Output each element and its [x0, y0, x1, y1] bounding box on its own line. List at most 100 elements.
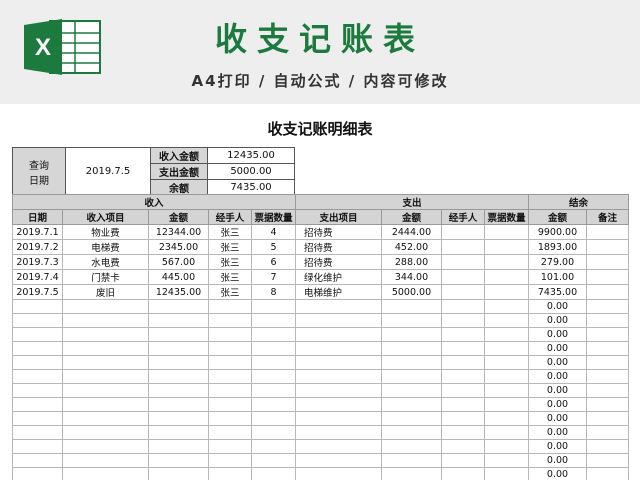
cell-income-item[interactable] [62, 467, 149, 480]
cell-income-handler[interactable] [208, 355, 252, 370]
cell-date[interactable] [12, 397, 63, 412]
cell-expense-amount[interactable] [381, 383, 442, 398]
cell-income-receipts[interactable]: 5 [251, 239, 296, 255]
cell-expense-receipts[interactable] [484, 355, 529, 370]
cell-expense-handler[interactable] [441, 439, 485, 454]
cell-date[interactable]: 2019.7.5 [12, 284, 63, 300]
query-date-input[interactable]: 2019.7.5 [65, 147, 151, 196]
cell-balance-amount[interactable]: 0.00 [528, 425, 587, 440]
cell-expense-amount[interactable] [381, 369, 442, 384]
cell-expense-item[interactable] [295, 299, 382, 314]
cell-expense-handler[interactable] [441, 327, 485, 342]
cell-expense-handler[interactable] [441, 397, 485, 412]
cell-expense-amount[interactable] [381, 439, 442, 454]
cell-income-item[interactable]: 废旧 [62, 284, 149, 300]
cell-expense-handler[interactable] [441, 313, 485, 328]
cell-balance-amount[interactable]: 1893.00 [528, 239, 587, 255]
expense-total-value[interactable]: 5000.00 [207, 163, 295, 180]
cell-expense-receipts[interactable] [484, 313, 529, 328]
cell-income-handler[interactable] [208, 425, 252, 440]
cell-expense-receipts[interactable] [484, 369, 529, 384]
cell-expense-item[interactable]: 招待费 [295, 254, 382, 270]
cell-income-amount[interactable]: 445.00 [148, 269, 209, 285]
cell-expense-handler[interactable] [441, 355, 485, 370]
cell-expense-item[interactable] [295, 369, 382, 384]
cell-expense-item[interactable] [295, 355, 382, 370]
cell-expense-receipts[interactable] [484, 341, 529, 356]
cell-income-receipts[interactable] [251, 411, 296, 426]
cell-income-receipts[interactable] [251, 425, 296, 440]
cell-remark[interactable] [586, 439, 629, 454]
cell-expense-amount[interactable] [381, 355, 442, 370]
cell-income-item[interactable]: 水电费 [62, 254, 149, 270]
cell-balance-amount[interactable]: 0.00 [528, 453, 587, 468]
cell-income-amount[interactable]: 567.00 [148, 254, 209, 270]
cell-income-receipts[interactable] [251, 467, 296, 480]
cell-income-item[interactable] [62, 313, 149, 328]
cell-balance-amount[interactable]: 0.00 [528, 411, 587, 426]
cell-expense-receipts[interactable] [484, 284, 529, 300]
cell-remark[interactable] [586, 467, 629, 480]
cell-income-amount[interactable]: 2345.00 [148, 239, 209, 255]
cell-income-handler[interactable]: 张三 [208, 224, 252, 240]
cell-income-amount[interactable] [148, 341, 209, 356]
cell-date[interactable] [12, 355, 63, 370]
cell-income-item[interactable] [62, 327, 149, 342]
cell-income-receipts[interactable] [251, 299, 296, 314]
cell-income-receipts[interactable] [251, 439, 296, 454]
cell-income-item[interactable]: 门禁卡 [62, 269, 149, 285]
cell-balance-amount[interactable]: 279.00 [528, 254, 587, 270]
cell-expense-item[interactable]: 电梯维护 [295, 284, 382, 300]
cell-income-item[interactable] [62, 299, 149, 314]
cell-income-receipts[interactable] [251, 313, 296, 328]
cell-income-receipts[interactable]: 4 [251, 224, 296, 240]
cell-balance-amount[interactable]: 0.00 [528, 467, 587, 480]
cell-income-handler[interactable] [208, 439, 252, 454]
cell-date[interactable] [12, 467, 63, 480]
cell-income-receipts[interactable] [251, 397, 296, 412]
cell-income-handler[interactable] [208, 299, 252, 314]
cell-expense-amount[interactable]: 288.00 [381, 254, 442, 270]
cell-expense-amount[interactable] [381, 453, 442, 468]
cell-income-receipts[interactable] [251, 341, 296, 356]
cell-expense-receipts[interactable] [484, 397, 529, 412]
cell-income-item[interactable]: 物业费 [62, 224, 149, 240]
cell-income-handler[interactable] [208, 397, 252, 412]
cell-income-receipts[interactable] [251, 327, 296, 342]
cell-income-amount[interactable] [148, 425, 209, 440]
cell-expense-receipts[interactable] [484, 299, 529, 314]
cell-expense-handler[interactable] [441, 254, 485, 270]
cell-expense-handler[interactable] [441, 425, 485, 440]
cell-income-handler[interactable]: 张三 [208, 284, 252, 300]
cell-income-item[interactable] [62, 355, 149, 370]
cell-remark[interactable] [586, 299, 629, 314]
cell-expense-item[interactable] [295, 383, 382, 398]
cell-expense-receipts[interactable] [484, 467, 529, 480]
cell-income-amount[interactable] [148, 411, 209, 426]
cell-expense-handler[interactable] [441, 453, 485, 468]
cell-remark[interactable] [586, 224, 629, 240]
cell-income-item[interactable]: 电梯费 [62, 239, 149, 255]
cell-income-amount[interactable] [148, 313, 209, 328]
cell-date[interactable]: 2019.7.4 [12, 269, 63, 285]
cell-expense-handler[interactable] [441, 341, 485, 356]
cell-date[interactable] [12, 327, 63, 342]
cell-income-item[interactable] [62, 341, 149, 356]
cell-expense-item[interactable] [295, 327, 382, 342]
cell-expense-item[interactable]: 招待费 [295, 239, 382, 255]
cell-balance-amount[interactable]: 0.00 [528, 327, 587, 342]
cell-expense-amount[interactable] [381, 411, 442, 426]
cell-remark[interactable] [586, 453, 629, 468]
cell-expense-item[interactable] [295, 411, 382, 426]
cell-income-receipts[interactable] [251, 453, 296, 468]
cell-expense-item[interactable] [295, 453, 382, 468]
cell-income-handler[interactable] [208, 341, 252, 356]
cell-expense-amount[interactable] [381, 299, 442, 314]
cell-income-item[interactable] [62, 425, 149, 440]
cell-expense-item[interactable] [295, 425, 382, 440]
cell-expense-amount[interactable] [381, 341, 442, 356]
cell-expense-amount[interactable] [381, 327, 442, 342]
cell-balance-amount[interactable]: 0.00 [528, 355, 587, 370]
cell-expense-receipts[interactable] [484, 425, 529, 440]
cell-income-amount[interactable] [148, 299, 209, 314]
